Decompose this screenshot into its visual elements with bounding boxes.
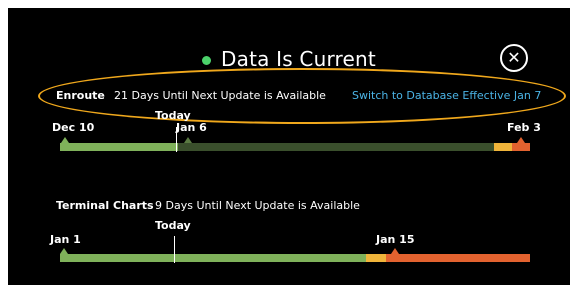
terminal-today-line [174,236,175,263]
terminal-update-info: 9 Days Until Next Update is Available [155,199,360,212]
enroute-expired-bar [512,143,530,151]
enroute-label: Enroute [56,89,105,102]
enroute-end-date: Feb 3 [507,121,541,134]
enroute-today-line [176,127,177,152]
enroute-mid-date: Jan 6 [176,121,207,134]
enroute-remaining-bar [178,143,494,151]
enroute-update-info: 21 Days Until Next Update is Available [114,89,326,102]
enroute-warning-bar [494,143,512,151]
switch-database-link[interactable]: Switch to Database Effective Jan 7 [352,89,541,102]
enroute-elapsed-bar [60,143,178,151]
terminal-label: Terminal Charts [56,199,154,212]
close-icon: ✕ [507,48,521,67]
enroute-start-date: Dec 10 [52,121,95,134]
terminal-warning-bar [366,254,386,262]
terminal-mid-date: Jan 15 [376,233,415,246]
terminal-today-label: Today [155,219,191,232]
status-dot-icon [202,55,212,65]
terminal-elapsed-bar [60,254,366,262]
close-button[interactable]: ✕ [500,44,528,72]
database-status-panel: Data Is Current ✕ Enroute 21 Days Until … [8,8,570,285]
terminal-start-date: Jan 1 [50,233,81,246]
terminal-expired-bar [386,254,530,262]
